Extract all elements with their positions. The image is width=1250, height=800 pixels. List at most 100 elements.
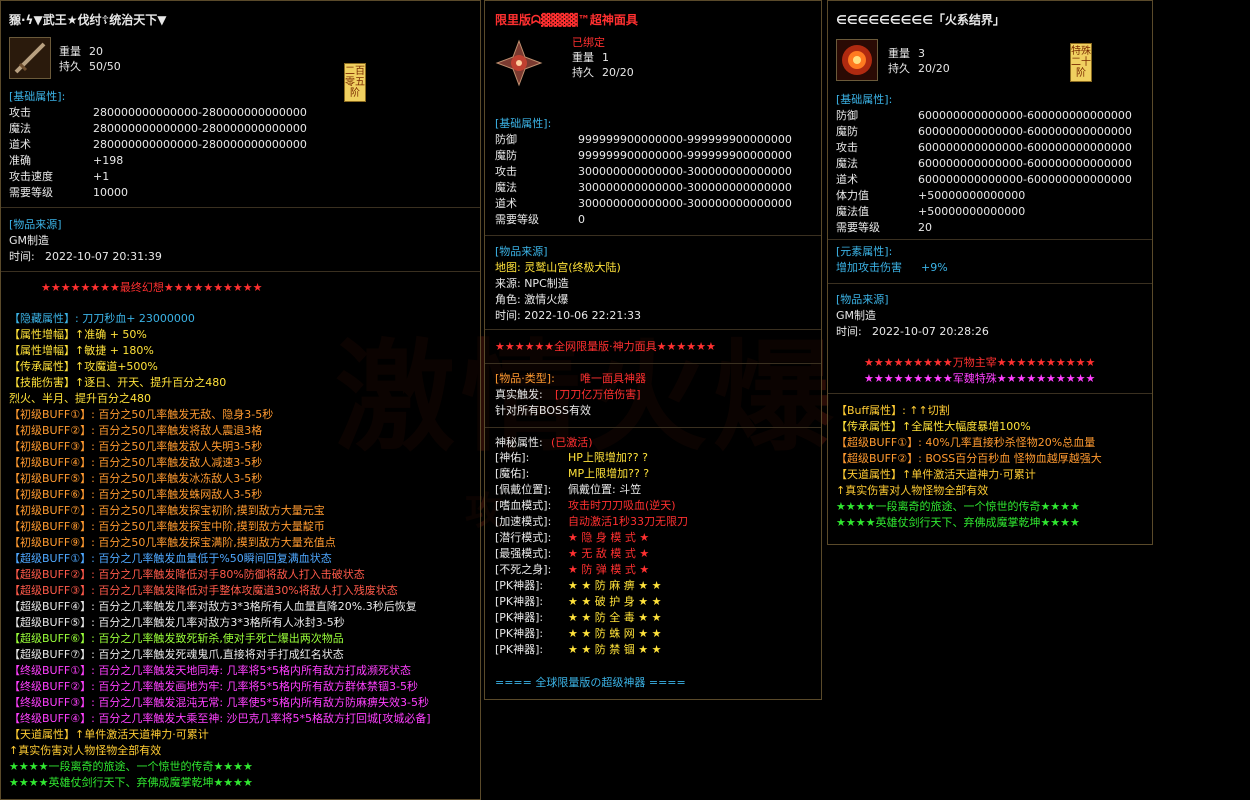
element-label: 增加攻击伤害 [836,261,902,274]
attr-value: 999999900000000-999999900000000 [578,149,792,162]
mystic-label: 神秘属性: [495,436,543,449]
attr-label: 攻击 [495,165,517,178]
attr-value: +1 [93,170,110,183]
attr-value: 0 [578,213,585,226]
mystic-label: [潜行模式]: [495,531,552,544]
time-value: 2022-10-07 20:31:39 [45,250,162,263]
attr-label: 魔法 [495,181,517,194]
banner-ruler: ★★★★★★★★★万物主宰★★★★★★★★★★ [864,356,1096,369]
true-trigger-label: 真实触发: [495,388,543,401]
attr-value: 10000 [93,186,128,199]
mystic-value: MP上限增加?? ? [568,467,650,480]
role-line: 角色: 激情火爆 [495,293,569,306]
mystic-value: ★ ★ 防 全 毒 ★ ★ [568,611,662,624]
attr-label: 魔法 [836,157,858,170]
item-tooltip-weapon: 豲·ϟ▼武王★伐纣☦统治天下▼ 重量 20 持久 50/50 二百零五阶 [基础… [0,0,481,800]
source-line: 来源: NPC制造 [495,277,569,290]
attr-value: 600000000000000-600000000000000 [918,109,1132,122]
source-value: GM制造 [9,234,50,247]
attr-value: 600000000000000-600000000000000 [918,157,1132,170]
effect-line: 【初级BUFF⑧】: 百分之50几率触发探宝中阶,摸到敌方大量靛币 [9,520,325,533]
effect-line: 【超级BUFF①】: 40%几率直接秒杀怪物20%总血量 [836,436,1096,449]
attr-value: 999999900000000-999999900000000 [578,133,792,146]
source-header: [物品来源] [836,293,889,306]
base-attr-header: [基础属性]: [495,117,552,130]
effect-line: 【超级BUFF①】: 百分之几率触发血量低于%50瞬间回复满血状态 [9,552,332,565]
durability-value: 50/50 [89,60,121,73]
type-label: [物品·类型]: [495,372,555,385]
attr-label: 魔法 [9,122,31,135]
mystic-label: [神佑]: [495,451,530,464]
mystic-label: [PK神器]: [495,611,544,624]
effect-line: ★★★★一段离奇的旅途、一个惊世的传奇★★★★ [836,500,1080,513]
mystic-value: 佩戴位置: 斗笠 [568,483,642,496]
weight-value: 1 [602,51,609,64]
type-value: 唯一面具神器 [580,372,646,385]
attr-label: 准确 [9,154,31,167]
time-line: 时间: 2022-10-06 22:21:33 [495,309,642,322]
effect-line: 【隐藏属性】: 刀刀秒血+ 23000000 [9,312,195,325]
banner-special: ★★★★★★★★★军魏特殊★★★★★★★★★★ [864,372,1096,385]
effect-line: 【初级BUFF④】: 百分之50几率触发敌人减速3-5秒 [9,456,263,469]
attr-label: 防御 [836,109,858,122]
effect-line: 【终级BUFF①】: 百分之几率触发天地同寿: 几率将5*5格内所有敌方打成濒死… [9,664,412,677]
mystic-value: ★ ★ 防 蛛 网 ★ ★ [568,627,662,640]
divider [485,235,821,236]
mystic-value: 自动激活1秒33刀无限刀 [568,515,688,528]
effect-line: 【超级BUFF②】: BOSS百分百秒血 怪物血越厚越强大 [836,452,1102,465]
rank-seal: 二百零五阶 [344,63,366,102]
mystic-value: ★ 防 弹 模 式 ★ [568,563,650,576]
item-title: ∈∈∈∈∈∈∈∈∈「火系结界」 [836,13,1005,27]
mystic-label: [最强模式]: [495,547,552,560]
attr-label: 魔防 [836,125,858,138]
effect-line: 【初级BUFF⑨】: 百分之50几率触发探宝满阶,摸到敌方大量充值点 [9,536,336,549]
mystic-label: [佩戴位置]: [495,483,552,496]
attr-value: 300000000000000-300000000000000 [578,181,792,194]
effect-line: 【超级BUFF⑤】: 百分之几率触发几率对敌方3*3格所有人冰封3-5秒 [9,616,345,629]
effect-line: 【传承属性】↑全属性大幅度暴增100% [836,420,1031,433]
effect-line: 【初级BUFF②】: 百分之50几率触发将敌人震退3格 [9,424,263,437]
mystic-value: ★ 无 敌 模 式 ★ [568,547,650,560]
durability-label: 持久 [888,62,910,75]
attr-value: 600000000000000-600000000000000 [918,141,1132,154]
time-label: 时间: [836,325,862,338]
mask-icon [495,39,543,87]
item-title: 限里版ᗣ▓▓▓▓™超神面具 [495,13,638,27]
weight-value: 20 [89,45,103,58]
effect-line: 【超级BUFF③】: 百分之几率触发降低对手整体攻魔道30%将敌人打入残废状态 [9,584,398,597]
attr-label: 防御 [495,133,517,146]
attr-value: 300000000000000-300000000000000 [578,165,792,178]
divider [828,239,1152,240]
attr-label: 魔防 [495,149,517,162]
source-header: [物品来源] [495,245,548,258]
banner-limited: ★★★★★★全网限量版·神力面具★★★★★★ [495,340,716,353]
mystic-value: ★ 隐 身 模 式 ★ [568,531,650,544]
mystic-label: [PK神器]: [495,643,544,656]
source-header: [物品来源] [9,218,62,231]
true-trigger-value: [刀刀亿万倍伤害] [555,388,641,401]
attr-value: 280000000000000-280000000000000 [93,122,307,135]
attr-label: 需要等级 [9,186,53,199]
divider [1,207,480,208]
mystic-label: [加速模式]: [495,515,552,528]
durability-value: 20/20 [602,66,634,79]
effect-line: 【超级BUFF⑥】: 百分之几率触发致死斩杀,使对手死亡爆出两次物品 [9,632,344,645]
attr-value: 600000000000000-600000000000000 [918,125,1132,138]
boss-line: 针对所有BOSS有效 [495,404,591,417]
divider [485,329,821,330]
weight-label: 重量 [572,51,594,64]
durability-value: 20/20 [918,62,950,75]
attr-label: 攻击 [9,106,31,119]
effect-line: 【属性增幅】↑敏捷 + 180% [9,344,154,357]
weight-label: 重量 [59,45,81,58]
effect-line: 【传承属性】↑攻魔道+500% [9,360,158,373]
divider [485,363,821,364]
mystic-label: [PK神器]: [495,579,544,592]
effect-line: 【属性增幅】↑准确 + 50% [9,328,147,341]
rank-seal: 特殊二十阶 [1070,43,1092,82]
footer-banner: ==== 全球限量版の超级神器 ==== [495,676,686,689]
weight-value: 3 [918,47,925,60]
effect-line: 【超级BUFF⑦】: 百分之几率触发死魂鬼爪,直接将对手打成红名状态 [9,648,344,661]
attr-value: +50000000000000 [918,189,1026,202]
attr-label: 道术 [9,138,31,151]
